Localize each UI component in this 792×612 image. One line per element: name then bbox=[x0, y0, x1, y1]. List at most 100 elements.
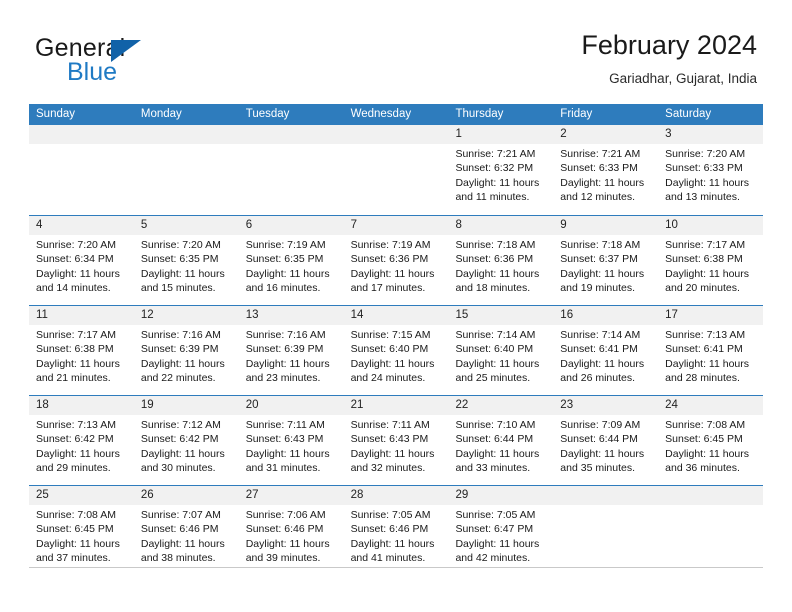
calendar-day-cell[interactable]: 13 Sunrise: 7:16 AM Sunset: 6:39 PM Dayligh… bbox=[238, 306, 344, 395]
calendar-day-cell[interactable]: 4 Sunrise: 7:20 AM Sunset: 6:34 PM Daylight… bbox=[29, 216, 134, 305]
day-sun-info: Sunrise: 7:08 AM Sunset: 6:45 PM Daylight:… bbox=[29, 505, 134, 566]
day-sun-info: Sunrise: 7:15 AM Sunset: 6:40 PM Daylight:… bbox=[344, 325, 449, 386]
sunset-text: Sunset: 6:40 PM bbox=[455, 343, 534, 356]
sunset-text: Sunset: 6:38 PM bbox=[36, 343, 114, 356]
page-header: General Blue February 2024 Gariadhar, Gu… bbox=[29, 28, 763, 98]
sunset-text: Sunset: 6:40 PM bbox=[350, 343, 429, 356]
sunrise-text: Sunrise: 7:18 AM bbox=[560, 239, 641, 251]
day-number: 15 bbox=[448, 306, 554, 325]
weekday-tuesday: Tuesday bbox=[245, 108, 290, 120]
calendar-day-cell[interactable]: 1 Sunrise: 7:21 AM Sunset: 6:32 PM Daylight… bbox=[448, 125, 554, 215]
calendar-day-cell[interactable]: 23 Sunrise: 7:09 AM Sunset: 6:44 PM Dayligh… bbox=[553, 396, 659, 485]
day-number: 24 bbox=[658, 396, 764, 415]
daylight-text: Daylight: 11 hours and 17 minutes. bbox=[350, 267, 435, 295]
sunset-text: Sunset: 6:35 PM bbox=[245, 253, 324, 266]
calendar-day-cell-empty bbox=[133, 125, 239, 215]
sunset-text: Sunset: 6:46 PM bbox=[140, 523, 219, 536]
day-sun-info: Sunrise: 7:06 AM Sunset: 6:46 PM Daylight:… bbox=[239, 505, 344, 566]
calendar-day-cell[interactable]: 3 Sunrise: 7:20 AM Sunset: 6:33 PM Daylight… bbox=[658, 125, 764, 215]
sunrise-text: Sunrise: 7:09 AM bbox=[560, 419, 641, 431]
day-number: 19 bbox=[133, 396, 239, 415]
sunrise-text: Sunrise: 7:20 AM bbox=[665, 148, 746, 160]
sunset-text: Sunset: 6:39 PM bbox=[245, 343, 324, 356]
daylight-text: Daylight: 11 hours and 23 minutes. bbox=[245, 357, 330, 385]
calendar-day-cell[interactable]: 27 Sunrise: 7:06 AM Sunset: 6:46 PM Dayligh… bbox=[238, 486, 344, 575]
brand-logo[interactable]: General Blue bbox=[35, 34, 235, 90]
sunrise-text: Sunrise: 7:13 AM bbox=[36, 419, 116, 431]
calendar-day-cell[interactable]: 24 Sunrise: 7:08 AM Sunset: 6:45 PM Dayligh… bbox=[658, 396, 764, 485]
calendar-day-cell[interactable]: 2 Sunrise: 7:21 AM Sunset: 6:33 PM Daylight… bbox=[553, 125, 659, 215]
day-sun-info: Sunrise: 7:20 AM Sunset: 6:33 PM Daylight:… bbox=[658, 144, 763, 205]
day-sun-info: Sunrise: 7:20 AM Sunset: 6:34 PM Daylight:… bbox=[29, 235, 134, 296]
day-number: 2 bbox=[553, 125, 659, 144]
sunrise-text: Sunrise: 7:19 AM bbox=[350, 239, 431, 251]
day-number bbox=[553, 486, 659, 505]
sunrise-text: Sunrise: 7:06 AM bbox=[245, 509, 326, 521]
calendar-day-cell[interactable]: 15 Sunrise: 7:14 AM Sunset: 6:40 PM Dayligh… bbox=[448, 306, 554, 395]
day-number bbox=[658, 486, 764, 505]
calendar-bottom-divider bbox=[29, 567, 763, 568]
sunset-text: Sunset: 6:47 PM bbox=[455, 523, 534, 536]
calendar-day-cell[interactable]: 5 Sunrise: 7:20 AM Sunset: 6:35 PM Daylight… bbox=[133, 216, 239, 305]
day-sun-info: Sunrise: 7:11 AM Sunset: 6:43 PM Daylight:… bbox=[344, 415, 449, 476]
sunrise-text: Sunrise: 7:20 AM bbox=[140, 239, 221, 251]
page-title: February 2024 bbox=[581, 30, 757, 60]
calendar-day-cell[interactable]: 18 Sunrise: 7:13 AM Sunset: 6:42 PM Dayligh… bbox=[29, 396, 134, 485]
calendar-day-cell[interactable]: 19 Sunrise: 7:12 AM Sunset: 6:42 PM Dayligh… bbox=[133, 396, 239, 485]
calendar-day-cell[interactable]: 12 Sunrise: 7:16 AM Sunset: 6:39 PM Dayligh… bbox=[133, 306, 239, 395]
day-number: 26 bbox=[133, 486, 239, 505]
sunset-text: Sunset: 6:34 PM bbox=[36, 253, 114, 266]
calendar-day-cell[interactable]: 16 Sunrise: 7:14 AM Sunset: 6:41 PM Dayligh… bbox=[553, 306, 659, 395]
daylight-text: Daylight: 11 hours and 20 minutes. bbox=[665, 267, 750, 295]
calendar-day-cell[interactable]: 29 Sunrise: 7:05 AM Sunset: 6:47 PM Dayligh… bbox=[448, 486, 554, 575]
sunrise-text: Sunrise: 7:12 AM bbox=[140, 419, 221, 431]
sunrise-text: Sunrise: 7:14 AM bbox=[455, 329, 536, 341]
calendar-day-cell[interactable]: 28 Sunrise: 7:05 AM Sunset: 6:46 PM Dayligh… bbox=[343, 486, 449, 575]
day-sun-info: Sunrise: 7:05 AM Sunset: 6:47 PM Daylight:… bbox=[448, 505, 553, 566]
calendar-day-cell[interactable]: 25 Sunrise: 7:08 AM Sunset: 6:45 PM Dayligh… bbox=[29, 486, 134, 575]
sunset-text: Sunset: 6:44 PM bbox=[560, 433, 638, 446]
day-sun-info: Sunrise: 7:05 AM Sunset: 6:46 PM Daylight:… bbox=[344, 505, 449, 566]
sunset-text: Sunset: 6:43 PM bbox=[245, 433, 324, 446]
daylight-text: Daylight: 11 hours and 30 minutes. bbox=[140, 447, 225, 475]
calendar-day-cell[interactable]: 22 Sunrise: 7:10 AM Sunset: 6:44 PM Dayligh… bbox=[448, 396, 554, 485]
day-number: 27 bbox=[238, 486, 344, 505]
sunrise-text: Sunrise: 7:05 AM bbox=[350, 509, 431, 521]
day-number: 14 bbox=[343, 306, 449, 325]
sunrise-text: Sunrise: 7:07 AM bbox=[140, 509, 221, 521]
calendar-day-cell[interactable]: 21 Sunrise: 7:11 AM Sunset: 6:43 PM Dayligh… bbox=[343, 396, 449, 485]
calendar-day-cell[interactable]: 14 Sunrise: 7:15 AM Sunset: 6:40 PM Dayligh… bbox=[343, 306, 449, 395]
calendar-day-cell[interactable]: 17 Sunrise: 7:13 AM Sunset: 6:41 PM Dayligh… bbox=[658, 306, 764, 395]
calendar-day-cell[interactable]: 10 Sunrise: 7:17 AM Sunset: 6:38 PM Dayligh… bbox=[658, 216, 764, 305]
day-number: 28 bbox=[343, 486, 449, 505]
day-number: 18 bbox=[29, 396, 134, 415]
calendar-day-cell[interactable]: 6 Sunrise: 7:19 AM Sunset: 6:35 PM Daylight… bbox=[238, 216, 344, 305]
day-number: 10 bbox=[658, 216, 764, 235]
day-number: 23 bbox=[553, 396, 659, 415]
weekday-friday: Friday bbox=[560, 108, 593, 120]
sunset-text: Sunset: 6:33 PM bbox=[560, 162, 638, 175]
weekday-header-row: Sunday Monday Tuesday Wednesday Thursday… bbox=[29, 104, 763, 125]
daylight-text: Daylight: 11 hours and 38 minutes. bbox=[140, 537, 225, 565]
calendar-day-cell[interactable]: 8 Sunrise: 7:18 AM Sunset: 6:36 PM Daylight… bbox=[448, 216, 554, 305]
calendar-day-cell[interactable]: 9 Sunrise: 7:18 AM Sunset: 6:37 PM Daylight… bbox=[553, 216, 659, 305]
calendar-weeks: 1 Sunrise: 7:21 AM Sunset: 6:32 PM Daylight… bbox=[29, 125, 764, 575]
calendar-week-row: 4 Sunrise: 7:20 AM Sunset: 6:34 PM Daylight… bbox=[29, 215, 764, 305]
calendar-page: General Blue February 2024 Gariadhar, Gu… bbox=[0, 0, 792, 612]
calendar-day-cell[interactable]: 7 Sunrise: 7:19 AM Sunset: 6:36 PM Daylight… bbox=[343, 216, 449, 305]
sunset-text: Sunset: 6:38 PM bbox=[665, 253, 743, 266]
calendar-day-cell[interactable]: 26 Sunrise: 7:07 AM Sunset: 6:46 PM Dayligh… bbox=[133, 486, 239, 575]
daylight-text: Daylight: 11 hours and 18 minutes. bbox=[455, 267, 540, 295]
day-number bbox=[133, 125, 239, 144]
daylight-text: Daylight: 11 hours and 32 minutes. bbox=[350, 447, 435, 475]
day-number: 11 bbox=[29, 306, 134, 325]
day-sun-info: Sunrise: 7:18 AM Sunset: 6:36 PM Daylight:… bbox=[448, 235, 553, 296]
calendar-day-cell[interactable]: 20 Sunrise: 7:11 AM Sunset: 6:43 PM Dayligh… bbox=[238, 396, 344, 485]
calendar-day-cell-empty bbox=[238, 125, 344, 215]
day-number bbox=[29, 125, 134, 144]
calendar-day-cell[interactable]: 11 Sunrise: 7:17 AM Sunset: 6:38 PM Dayligh… bbox=[29, 306, 134, 395]
sunset-text: Sunset: 6:41 PM bbox=[560, 343, 638, 356]
daylight-text: Daylight: 11 hours and 39 minutes. bbox=[245, 537, 330, 565]
daylight-text: Daylight: 11 hours and 29 minutes. bbox=[36, 447, 120, 475]
day-sun-info: Sunrise: 7:09 AM Sunset: 6:44 PM Daylight:… bbox=[553, 415, 658, 476]
